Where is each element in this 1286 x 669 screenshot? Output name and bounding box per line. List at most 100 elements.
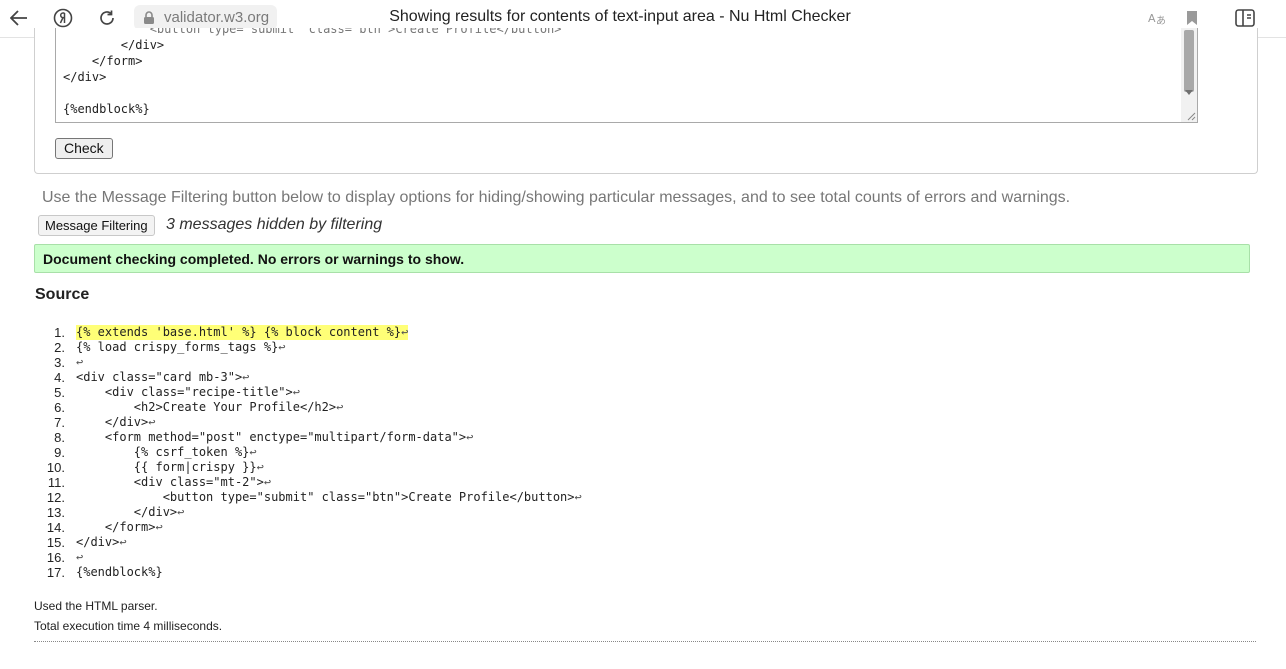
source-listing: 1. {% extends 'base.html' %} {% block con…	[36, 325, 582, 580]
source-code: <div class="mt-2">↩	[76, 475, 271, 490]
source-code: {{ form|crispy }}↩	[76, 460, 264, 475]
yandex-logo-icon[interactable]	[50, 6, 76, 30]
code-text: <button type="submit" class="btn">Create…	[76, 490, 575, 504]
execution-time: Total execution time 4 milliseconds.	[34, 619, 223, 633]
address-bar[interactable]: validator.w3.org	[134, 5, 278, 30]
source-line: 5. <div class="recipe-title">↩	[36, 385, 582, 400]
line-break-icon: ↩	[155, 520, 163, 534]
line-break-icon: ↩	[249, 445, 257, 459]
source-code: {% load crispy_forms_tags %}↩	[76, 340, 286, 355]
source-code: </form>↩	[76, 520, 163, 535]
line-break-icon: ↩	[148, 415, 156, 429]
code-text: <form method="post" enctype="multipart/f…	[76, 430, 467, 444]
source-line: 6. <h2>Create Your Profile</h2>↩	[36, 400, 582, 415]
textarea-line: {%endblock%}	[63, 102, 150, 116]
code-text: {% load crispy_forms_tags %}	[76, 340, 279, 354]
success-message: Document checking completed. No errors o…	[34, 244, 1250, 273]
source-code: </div>↩	[76, 505, 185, 520]
reload-icon[interactable]	[94, 6, 120, 30]
line-number: 14.	[46, 520, 65, 535]
source-code: ↩	[76, 550, 83, 565]
bookmark-icon[interactable]	[1179, 6, 1205, 30]
sidebar-panel-icon[interactable]	[1232, 6, 1258, 30]
code-text: <div class="recipe-title">	[76, 385, 293, 399]
line-break-icon: ↩	[263, 475, 272, 489]
hidden-messages-count: 3 messages hidden by filtering	[166, 216, 383, 233]
line-break-icon: ↩	[278, 340, 286, 354]
source-code: {%endblock%}	[76, 565, 163, 580]
source-code: <button type="submit" class="btn">Create…	[76, 490, 582, 505]
line-break-icon: ↩	[292, 385, 300, 399]
source-line: 8. <form method="post" enctype="multipar…	[36, 430, 582, 445]
textarea-line: </div>	[63, 38, 165, 52]
message-filtering-button[interactable]: Message Filtering	[38, 215, 155, 236]
code-text: {%endblock%}	[76, 565, 163, 579]
scroll-down-arrow-icon[interactable]	[1185, 90, 1193, 95]
line-number: 10.	[46, 460, 65, 475]
line-break-icon: ↩	[466, 430, 474, 444]
page-title: Showing results for contents of text-inp…	[389, 8, 851, 25]
source-line: 11. <div class="mt-2">↩	[36, 475, 582, 490]
source-code: {% csrf_token %}↩	[76, 445, 257, 460]
source-heading: Source	[35, 286, 90, 303]
source-line: 4. <div class="card mb-3">↩	[36, 370, 582, 385]
source-line: 14. </form>↩	[36, 520, 582, 535]
input-form: <button type="submit" class="btn">Create…	[34, 28, 1258, 174]
source-textarea[interactable]: <button type="submit" class="btn">Create…	[55, 28, 1198, 123]
check-button[interactable]: Check	[55, 138, 113, 159]
line-number: 2.	[54, 340, 65, 355]
line-number: 9.	[54, 445, 65, 460]
line-number: 5.	[54, 385, 65, 400]
line-number: 1.	[54, 325, 65, 340]
textarea-line: </form>	[63, 54, 143, 68]
source-code: </div>↩	[76, 415, 156, 430]
line-break-icon: ↩	[256, 460, 264, 474]
code-text: </div>	[76, 415, 149, 429]
line-number: 13.	[46, 505, 65, 520]
line-number: 16.	[46, 550, 65, 565]
line-number: 7.	[54, 415, 65, 430]
svg-text:あ: あ	[1156, 15, 1166, 26]
back-icon[interactable]	[6, 6, 32, 30]
textarea-content: <button type="submit" class="btn">Create…	[63, 28, 562, 117]
translate-icon[interactable]: Aあ	[1144, 6, 1170, 30]
source-line: 16. ↩	[36, 550, 582, 565]
line-break-icon: ↩	[119, 535, 127, 549]
textarea-line: <button type="submit" class="btn">Create…	[63, 28, 562, 36]
scrollbar-thumb[interactable]	[1184, 30, 1194, 92]
line-break-icon: ↩	[242, 370, 250, 384]
source-code: {% extends 'base.html' %} {% block conte…	[76, 325, 409, 340]
textarea-scrollbar[interactable]	[1181, 28, 1197, 122]
source-line: 3. ↩	[36, 355, 582, 370]
resize-grip-icon[interactable]	[1186, 111, 1196, 121]
source-line: 9. {% csrf_token %}↩	[36, 445, 582, 460]
line-number: 8.	[54, 430, 65, 445]
code-text: </div>	[76, 535, 120, 549]
source-line: 12. <button type="submit" class="btn">Cr…	[36, 490, 582, 505]
code-text: {% extends 'base.html' %} {% block conte…	[76, 325, 402, 339]
textarea-line	[63, 85, 562, 101]
line-number: 3.	[54, 355, 65, 370]
svg-text:A: A	[1148, 12, 1156, 25]
line-break-icon: ↩	[574, 490, 582, 504]
source-code: <form method="post" enctype="multipart/f…	[76, 430, 473, 445]
code-text: {{ form|crispy }}	[76, 460, 257, 474]
line-number: 15.	[46, 535, 65, 550]
source-line: 13. </div>↩	[36, 505, 582, 520]
source-line: 7. </div>↩	[36, 415, 582, 430]
source-line: 10. {{ form|crispy }}↩	[36, 460, 582, 475]
source-code: <div class="recipe-title">↩	[76, 385, 300, 400]
source-code: ↩	[76, 355, 83, 370]
source-code: <h2>Create Your Profile</h2>↩	[76, 400, 344, 415]
line-number: 4.	[54, 370, 65, 385]
line-break-icon: ↩	[336, 400, 344, 414]
code-text: </div>	[76, 505, 178, 519]
source-line: 1. {% extends 'base.html' %} {% block con…	[36, 325, 582, 340]
line-number: 6.	[54, 400, 65, 415]
divider	[34, 641, 1256, 642]
code-text: <div class="mt-2">	[76, 475, 264, 489]
line-break-icon: ↩	[177, 505, 185, 519]
url-text: validator.w3.org	[164, 9, 270, 26]
parser-note: Used the HTML parser.	[34, 599, 158, 613]
line-break-icon: ↩	[401, 325, 409, 339]
